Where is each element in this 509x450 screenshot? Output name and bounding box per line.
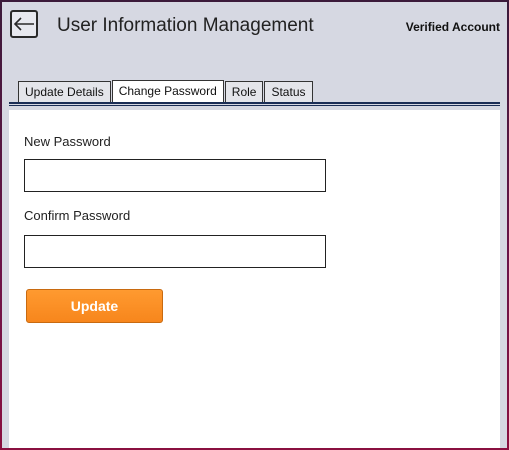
new-password-label: New Password	[24, 134, 111, 149]
confirm-password-label: Confirm Password	[24, 208, 131, 223]
tab-role[interactable]: Role	[224, 81, 264, 102]
tab-update-details[interactable]: Update Details	[18, 81, 111, 102]
tab-divider	[9, 102, 500, 106]
confirm-password-field[interactable]	[24, 235, 326, 268]
account-status: Verified Account	[405, 20, 500, 34]
tab-change-password[interactable]: Change Password	[111, 80, 224, 102]
change-password-panel: New Password Confirm Password Update	[9, 110, 500, 448]
window: User Information Management Verified Acc…	[2, 2, 507, 448]
tab-bar: Update Details Change Password Role Stat…	[18, 80, 314, 102]
back-button[interactable]	[10, 10, 38, 38]
page-title: User Information Management	[57, 15, 314, 36]
header: User Information Management Verified Acc…	[2, 2, 507, 50]
update-button-label: Update	[70, 298, 119, 314]
tab-status[interactable]: Status	[264, 81, 313, 102]
update-button[interactable]: Update	[26, 289, 163, 323]
window-frame: User Information Management Verified Acc…	[0, 0, 509, 450]
new-password-field[interactable]	[24, 159, 326, 192]
arrow-left-icon	[13, 17, 34, 31]
